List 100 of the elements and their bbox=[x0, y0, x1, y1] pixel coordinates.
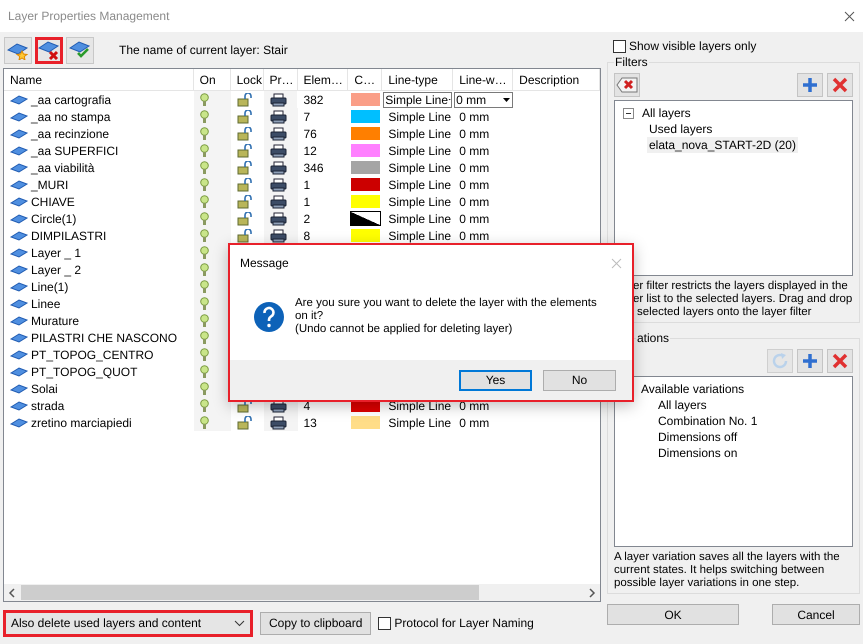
cancel-button[interactable]: Cancel bbox=[772, 604, 860, 625]
layer-icon bbox=[10, 128, 28, 138]
close-icon[interactable] bbox=[844, 10, 855, 22]
open-lock-icon bbox=[236, 212, 254, 226]
add-button[interactable] bbox=[797, 348, 823, 372]
layer-name: Layer _ 1 bbox=[31, 246, 82, 260]
bulb-icon bbox=[200, 160, 209, 174]
tree-item[interactable]: All layers bbox=[640, 105, 693, 121]
line-type-dropdown[interactable]: Simple Line bbox=[383, 92, 452, 108]
layer-name: CHIAVE bbox=[31, 194, 75, 208]
column-header[interactable]: Line-type bbox=[382, 69, 454, 90]
new-layer-button[interactable] bbox=[4, 36, 32, 64]
line-type: Simple Line bbox=[388, 228, 452, 242]
line-width: 0 mm bbox=[459, 398, 490, 412]
tree-item[interactable]: All layers bbox=[656, 397, 709, 413]
open-lock-icon bbox=[236, 160, 254, 174]
color-swatch[interactable] bbox=[350, 211, 382, 226]
column-header[interactable]: Description bbox=[513, 69, 600, 90]
bulb-icon bbox=[200, 348, 209, 362]
line-width: 0 mm bbox=[459, 194, 490, 208]
window-title: Layer Properties Management bbox=[8, 9, 170, 23]
refresh-icon bbox=[771, 352, 789, 370]
delete-layer-button[interactable] bbox=[35, 36, 63, 64]
bulb-icon bbox=[200, 212, 209, 226]
layer-name: PT_TOPOG_QUOT bbox=[31, 364, 138, 378]
column-header[interactable]: Pr… bbox=[264, 69, 298, 90]
bulb-icon bbox=[200, 382, 209, 396]
bulb-icon bbox=[200, 296, 209, 310]
dialog-button[interactable]: Yes bbox=[459, 370, 532, 390]
horizontal-scrollbar[interactable] bbox=[4, 584, 600, 601]
bulb-icon bbox=[200, 92, 209, 106]
layer-name: Line(1) bbox=[31, 280, 68, 294]
variation-hint: A layer variation saves all the layers with the current states. It helps switching between possible layer variations in one step. bbox=[614, 550, 841, 590]
bulb-icon bbox=[200, 314, 209, 328]
delete-icon bbox=[832, 76, 848, 92]
tree-item[interactable]: Available variations bbox=[639, 381, 746, 397]
line-type: Simple Line bbox=[388, 178, 452, 192]
layer-icon bbox=[10, 350, 28, 360]
protocol-checkbox[interactable] bbox=[378, 616, 392, 630]
plus-icon bbox=[802, 352, 818, 368]
layer-icon bbox=[10, 196, 28, 206]
delete-button[interactable] bbox=[827, 72, 853, 96]
tree-item[interactable]: Used layers bbox=[647, 121, 714, 137]
open-lock-icon bbox=[236, 126, 254, 140]
dialog-button[interactable]: No bbox=[543, 370, 616, 390]
collapse-icon[interactable] bbox=[623, 108, 634, 118]
tree-item[interactable]: Dimensions off bbox=[656, 429, 740, 445]
line-type: Simple Line bbox=[388, 144, 452, 158]
line-type: Simple Line bbox=[388, 160, 452, 174]
bulb-icon bbox=[200, 330, 209, 344]
show-visible-checkbox[interactable] bbox=[613, 40, 626, 52]
bulb-icon bbox=[200, 262, 209, 276]
ok-button[interactable]: OK bbox=[607, 604, 739, 625]
delete-icon bbox=[832, 352, 848, 368]
element-count: 346 bbox=[304, 160, 324, 174]
scroll-left-icon[interactable] bbox=[8, 588, 15, 598]
column-header[interactable]: C… bbox=[348, 69, 382, 90]
layer-name: PT_TOPOG_CENTRO bbox=[31, 348, 154, 362]
layer-name: strada bbox=[31, 398, 64, 412]
delete-button[interactable] bbox=[827, 348, 853, 372]
layer-icon bbox=[10, 112, 28, 122]
question-icon bbox=[253, 300, 285, 332]
layer-icon bbox=[10, 366, 28, 376]
layer-name: Murature bbox=[31, 314, 80, 328]
show-visible-label: Show visible layers only bbox=[629, 39, 756, 53]
copy-to-clipboard-button[interactable]: Copy to clipboard bbox=[260, 612, 372, 634]
layer-name: Layer _ 2 bbox=[31, 262, 82, 276]
layer-icon bbox=[10, 230, 28, 240]
column-header[interactable]: Elem… bbox=[298, 69, 348, 90]
bulb-icon bbox=[200, 364, 209, 378]
layer-icon bbox=[10, 282, 28, 292]
current-layer-button[interactable] bbox=[66, 36, 94, 64]
tree-item[interactable]: Dimensions on bbox=[656, 445, 740, 461]
column-header[interactable]: On bbox=[194, 69, 231, 90]
bulb-icon bbox=[200, 144, 209, 158]
layer-check-icon bbox=[69, 40, 91, 60]
line-width: 0 mm bbox=[459, 212, 490, 226]
layer-name: zretino marciapiedi bbox=[31, 416, 132, 430]
open-lock-icon bbox=[236, 228, 254, 242]
tree-item[interactable]: elata_nova_START-2D (20) bbox=[647, 137, 798, 153]
tree-item[interactable]: Combination No. 1 bbox=[656, 413, 760, 429]
open-lock-icon bbox=[236, 194, 254, 208]
layer-delete-icon bbox=[38, 40, 60, 60]
open-lock-icon bbox=[236, 178, 254, 192]
element-count: 12 bbox=[304, 144, 317, 158]
layer-name: _aa no stampa bbox=[31, 110, 110, 124]
line-width-dropdown[interactable]: 0 mm bbox=[454, 92, 514, 108]
layer-icon bbox=[10, 400, 28, 410]
column-header[interactable]: Name bbox=[4, 69, 194, 90]
dialog-message: Are you sure you want to delete the layer with the elements on it? (Undo cannot be applied for deleting layer) bbox=[295, 297, 597, 336]
add-button[interactable] bbox=[797, 72, 823, 96]
layer-icon bbox=[10, 316, 28, 326]
dialog-title: Message bbox=[240, 256, 289, 270]
layer-name: _aa SUPERFICI bbox=[31, 144, 118, 158]
delete-mode-dropdown[interactable]: Also delete used layers and content bbox=[3, 610, 253, 636]
clear-button[interactable] bbox=[614, 72, 640, 96]
layer-name: _aa viabilità bbox=[31, 160, 94, 174]
scroll-right-icon[interactable] bbox=[589, 588, 596, 598]
column-header[interactable]: Lock bbox=[230, 69, 264, 90]
column-header[interactable]: Line-w… bbox=[453, 69, 514, 90]
